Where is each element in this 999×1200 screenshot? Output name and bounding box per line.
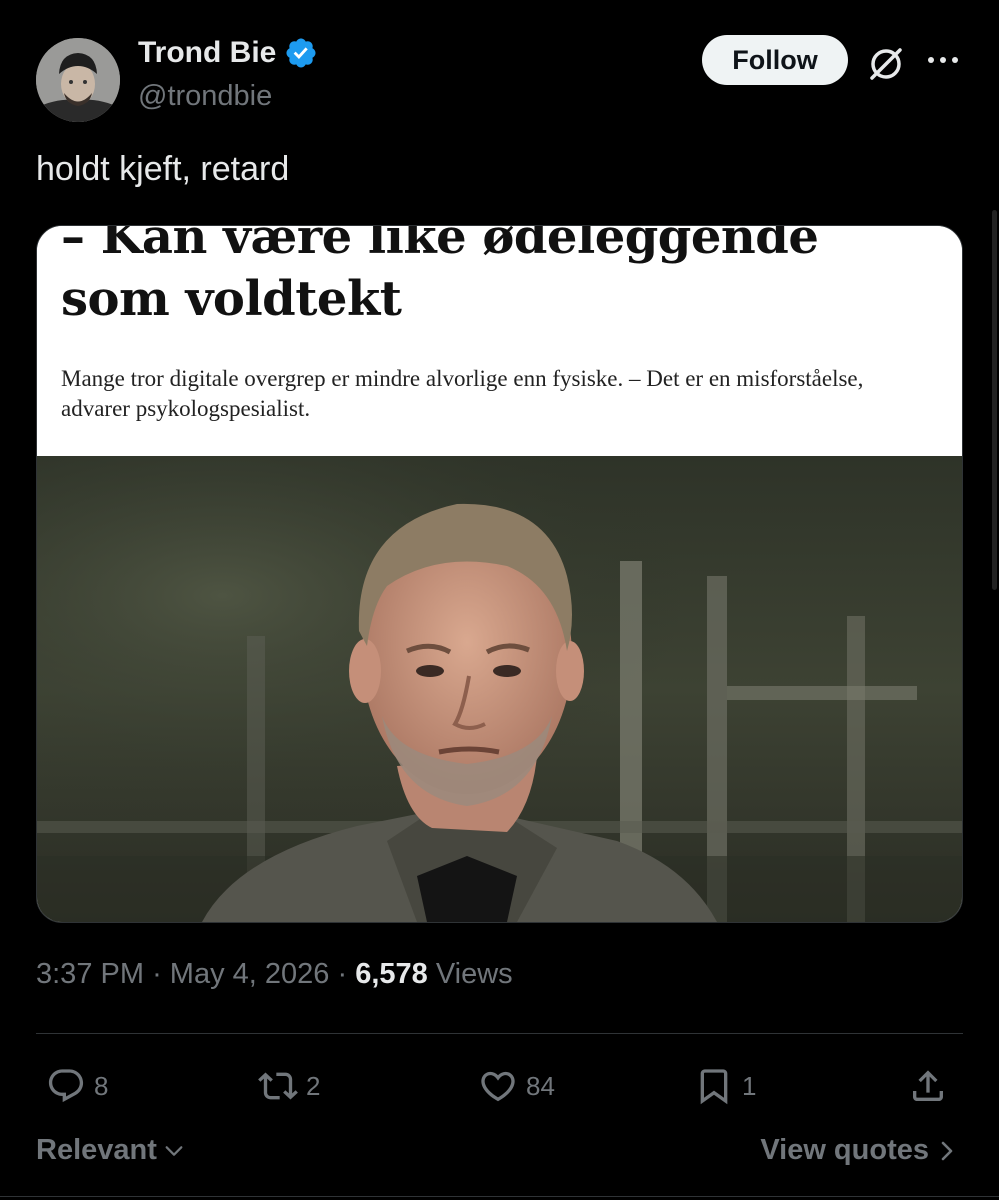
divider: [0, 1196, 999, 1197]
meta-separator: ·: [337, 958, 348, 990]
article-headline: – Kan være like ødeleggende som voldtekt: [61, 226, 819, 327]
bookmark-count: 1: [742, 1070, 757, 1101]
meta-separator: ·: [152, 958, 162, 990]
tweet-text: holdt kjeft, retard: [36, 150, 290, 188]
reply-button[interactable]: 8: [46, 1064, 108, 1108]
views-count: 6,578: [355, 958, 428, 990]
repost-button[interactable]: 2: [258, 1064, 320, 1108]
sort-label: Relevant: [36, 1134, 157, 1166]
heart-icon: [481, 1071, 515, 1102]
bookmark-button[interactable]: 1: [694, 1064, 756, 1108]
chevron-down-icon: [165, 1145, 183, 1156]
chevron-right-icon: [941, 1141, 953, 1160]
grok-icon[interactable]: [866, 44, 906, 84]
share-icon: [913, 1070, 943, 1101]
share-button[interactable]: [908, 1064, 948, 1108]
reply-icon: [48, 1069, 84, 1103]
verified-badge-icon: [286, 38, 316, 68]
author-name-row[interactable]: Trond Bie: [138, 36, 318, 70]
tweet-date[interactable]: May 4, 2026: [170, 958, 330, 990]
author-handle[interactable]: @trondbie: [138, 80, 272, 113]
views-label: Views: [435, 958, 513, 990]
repost-count: 2: [306, 1070, 321, 1101]
follow-button[interactable]: Follow: [702, 35, 848, 85]
article-screenshot-header: – Kan være like ødeleggende som voldtekt…: [37, 226, 962, 456]
divider: [36, 1033, 963, 1034]
tweet-meta: 3:37 PM · May 4, 2026 · 6,578 Views: [36, 958, 513, 991]
scrollbar-thumb[interactable]: [992, 210, 997, 590]
like-button[interactable]: 84: [478, 1064, 555, 1108]
view-quotes-link[interactable]: View quotes: [760, 1134, 957, 1167]
author-avatar[interactable]: [36, 38, 120, 122]
article-photo: [37, 456, 962, 922]
author-name[interactable]: Trond Bie: [138, 36, 276, 70]
tweet-detail-page: Trond Bie @trondbie Follow holdt kjeft, …: [0, 0, 999, 1200]
article-lede: Mange tror digitale overgrep er mindre a…: [61, 366, 864, 421]
more-options-icon[interactable]: [924, 46, 962, 74]
bookmark-icon: [700, 1069, 728, 1105]
view-quotes-label: View quotes: [760, 1134, 929, 1166]
reply-count: 8: [94, 1070, 109, 1101]
sort-replies-dropdown[interactable]: Relevant: [36, 1134, 185, 1167]
like-count: 84: [526, 1070, 555, 1101]
tweet-time[interactable]: 3:37 PM: [36, 958, 144, 990]
avatar-image: [36, 38, 120, 122]
tweet-media-image[interactable]: – Kan være like ødeleggende som voldtekt…: [36, 225, 963, 923]
repost-icon: [258, 1072, 298, 1100]
